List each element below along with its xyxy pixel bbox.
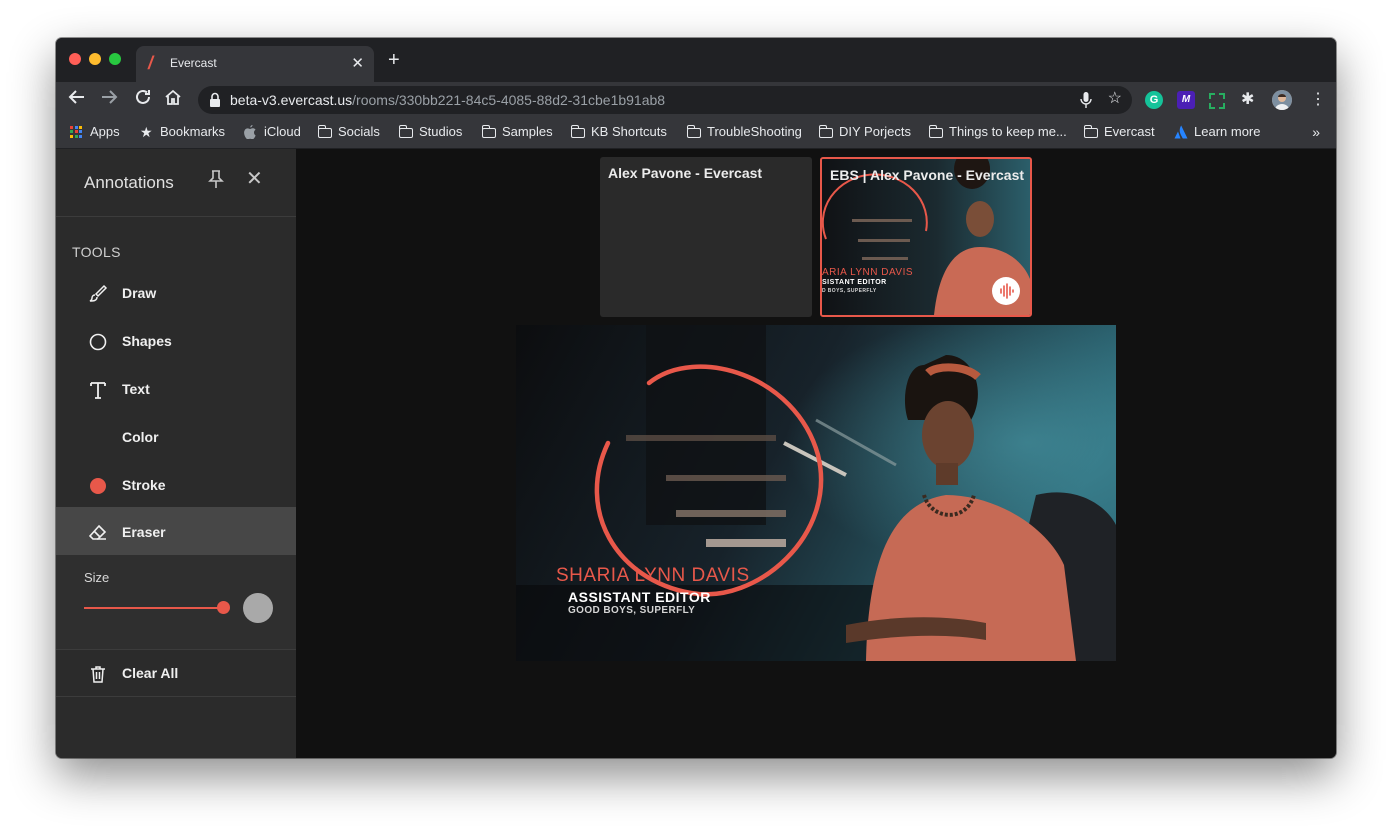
browser-menu-icon[interactable]: ⋮ xyxy=(1310,89,1326,109)
video-stage: Alex Pavone - Evercast EBS | Alex Pavone… xyxy=(296,149,1336,758)
lower-third-role: ASSISTANT EDITOR xyxy=(568,589,711,605)
bookmark-star-icon[interactable]: ☆ xyxy=(1108,88,1122,108)
circle-outline-icon xyxy=(88,332,108,352)
lower-third-show: GOOD BOYS, SUPERFLY xyxy=(568,605,696,616)
thumbnail-lower-third-show: D BOYS, SUPERFLY xyxy=(822,288,877,294)
folder-icon xyxy=(928,124,943,138)
size-control: Size xyxy=(56,555,296,649)
bookmark-samples[interactable]: Samples xyxy=(481,124,553,139)
annotations-panel: Annotations ✕ TOOLS Draw Shapes Text Col… xyxy=(56,149,296,758)
profile-avatar[interactable] xyxy=(1272,90,1292,110)
new-tab-button[interactable]: + xyxy=(388,50,400,70)
folder-icon xyxy=(317,124,332,138)
audio-wave-icon xyxy=(1000,283,1014,299)
grammarly-extension-icon[interactable]: G xyxy=(1145,91,1163,109)
tool-stroke[interactable]: Stroke xyxy=(56,462,296,510)
tool-text[interactable]: Text xyxy=(56,366,296,414)
tool-color[interactable]: Color xyxy=(56,414,296,462)
bookmarks-bar: Apps ★ Bookmarks iCloud Socials Studios … xyxy=(56,118,1336,149)
thumbnail-lower-third-role: SISTANT EDITOR xyxy=(822,279,887,286)
participant-tile-ebs-alex-pavone[interactable]: EBS | Alex Pavone - Evercast ARIA LYNN D… xyxy=(820,157,1032,317)
bookmark-apps[interactable]: Apps xyxy=(70,124,120,139)
browser-window: / Evercast ✕ + beta-v3.evercast.us/rooms… xyxy=(56,38,1336,758)
folder-icon xyxy=(686,124,701,138)
folder-icon xyxy=(398,124,413,138)
clear-all-button[interactable]: Clear All xyxy=(56,649,296,697)
bookmark-icloud[interactable]: iCloud xyxy=(244,124,301,139)
trash-icon xyxy=(88,664,108,684)
size-slider-track[interactable] xyxy=(84,607,224,609)
atlassian-icon xyxy=(1174,125,1188,139)
eraser-icon xyxy=(88,523,108,543)
size-label: Size xyxy=(84,570,110,585)
bookmark-kb-shortcuts[interactable]: KB Shortcuts xyxy=(570,124,667,139)
participant-name: Alex Pavone - Evercast xyxy=(608,165,763,181)
home-icon[interactable] xyxy=(164,88,182,112)
bookmark-learn-more[interactable]: Learn more xyxy=(1174,124,1260,139)
size-preview-dot xyxy=(243,593,273,623)
bookmark-troubleshooting[interactable]: TroubleShooting xyxy=(686,124,802,139)
folder-icon xyxy=(1083,124,1098,138)
main-video-feed[interactable]: SHARIA LYNN DAVIS ASSISTANT EDITOR GOOD … xyxy=(516,325,1116,661)
forward-arrow-icon[interactable] xyxy=(100,88,118,112)
folder-icon xyxy=(481,124,496,138)
size-slider-thumb[interactable] xyxy=(217,601,230,614)
tool-eraser[interactable]: Eraser xyxy=(56,507,296,555)
screenshot-extension-icon[interactable] xyxy=(1209,93,1225,109)
apps-grid-icon xyxy=(70,125,82,138)
title-bar: / Evercast ✕ + xyxy=(56,38,1336,82)
tab-close-icon[interactable]: ✕ xyxy=(351,54,364,72)
apple-icon xyxy=(244,124,258,139)
bookmark-evercast[interactable]: Evercast xyxy=(1083,124,1155,139)
audio-activity-button[interactable] xyxy=(992,277,1020,305)
tab-title: Evercast xyxy=(170,56,217,70)
minimize-window-button[interactable] xyxy=(89,53,101,65)
thumbnail-lower-third-name: ARIA LYNN DAVIS xyxy=(822,267,914,278)
bookmark-things-to-keep-me[interactable]: Things to keep me... xyxy=(928,124,1067,139)
reload-icon[interactable] xyxy=(134,88,152,112)
evercast-favicon-icon: / xyxy=(148,53,154,73)
red-dot-icon xyxy=(88,476,108,496)
text-icon xyxy=(88,380,108,400)
browser-tab[interactable]: / Evercast ✕ xyxy=(136,46,374,82)
lower-third-name: SHARIA LYNN DAVIS xyxy=(556,565,750,586)
bookmark-diy-porjects[interactable]: DIY Porjects xyxy=(818,124,911,139)
zoom-window-button[interactable] xyxy=(109,53,121,65)
star-icon: ★ xyxy=(140,123,153,140)
participant-tile-alex-pavone[interactable]: Alex Pavone - Evercast xyxy=(600,157,812,317)
close-window-button[interactable] xyxy=(69,53,81,65)
brush-icon xyxy=(88,284,108,304)
back-arrow-icon[interactable] xyxy=(68,88,86,112)
bookmark-socials[interactable]: Socials xyxy=(317,124,380,139)
address-bar[interactable]: beta-v3.evercast.us/rooms/330bb221-84c5-… xyxy=(198,86,1132,114)
folder-icon xyxy=(818,124,833,138)
more-bookmarks-button[interactable]: » xyxy=(1312,124,1320,140)
url-text: beta-v3.evercast.us/rooms/330bb221-84c5-… xyxy=(230,92,666,108)
extensions-puzzle-icon[interactable]: ✱ xyxy=(1241,89,1254,109)
participant-name: EBS | Alex Pavone - Evercast xyxy=(830,167,1025,183)
panel-header: Annotations ✕ xyxy=(56,149,296,217)
tool-shapes[interactable]: Shapes xyxy=(56,318,296,366)
microphone-icon[interactable] xyxy=(1080,90,1092,110)
panel-title: Annotations xyxy=(84,173,174,192)
tool-draw[interactable]: Draw xyxy=(56,270,296,318)
tools-section-label: TOOLS xyxy=(72,244,121,260)
momentum-extension-icon[interactable]: M xyxy=(1177,91,1195,109)
pin-icon[interactable] xyxy=(208,169,224,194)
bookmark-bookmarks[interactable]: ★ Bookmarks xyxy=(140,124,225,139)
lock-icon xyxy=(210,92,220,107)
close-panel-icon[interactable]: ✕ xyxy=(246,169,263,189)
folder-icon xyxy=(570,124,585,138)
bookmark-studios[interactable]: Studios xyxy=(398,124,462,139)
browser-toolbar: beta-v3.evercast.us/rooms/330bb221-84c5-… xyxy=(56,82,1336,118)
